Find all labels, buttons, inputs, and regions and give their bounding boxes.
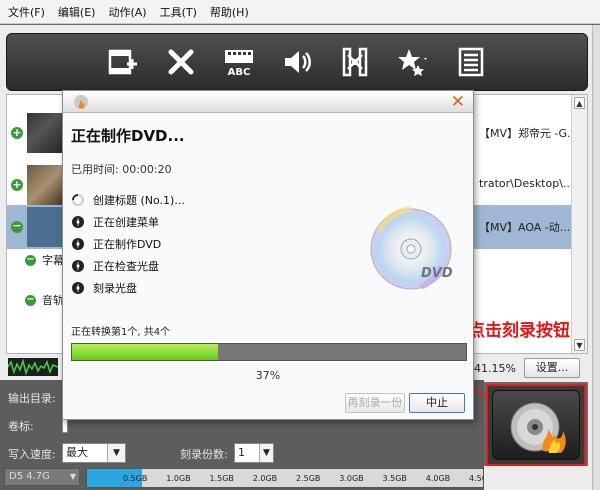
copies-value: 1	[238, 446, 245, 459]
step-label: 正在创建菜单	[93, 216, 159, 229]
capacity-percent: 41.15%	[474, 362, 516, 375]
subtitle-icon[interactable]: ABC	[220, 42, 258, 82]
capacity-tick-label: 4.5GB	[469, 474, 483, 483]
collapse-icon[interactable]: −	[25, 294, 36, 306]
capacity-ticks: 0.5GB 1.0GB 1.5GB 2.0GB 2.5GB 3.0GB 3.5GB 4.0GB…	[87, 469, 483, 487]
pending-icon	[72, 216, 84, 228]
step-label: 刻录光盘	[93, 282, 137, 295]
step-label: 创建标题 (No.1)...	[93, 194, 185, 207]
spinner-icon	[72, 194, 84, 206]
video-thumbnail	[27, 165, 65, 205]
output-dir-label: 输出目录:	[8, 392, 56, 405]
capacity-tick-label: 2.5GB	[296, 474, 321, 483]
step-item: 创建标题 (No.1)...	[71, 189, 185, 211]
capacity-tick-label: 1.5GB	[209, 474, 234, 483]
menu-file[interactable]: 文件(F)	[4, 4, 54, 20]
disc-type-value: D5 4.7G	[9, 471, 50, 482]
step-label: 正在制作DVD	[93, 238, 162, 251]
settings-button[interactable]: 设置...	[524, 358, 580, 378]
menu-bar: 文件(F) 编辑(E) 动作(A) 工具(T) 帮助(H)	[0, 0, 600, 24]
delete-icon[interactable]	[162, 42, 200, 82]
capacity-tick-label: 2.0GB	[252, 474, 278, 483]
expand-icon[interactable]: +	[11, 127, 23, 139]
main-toolbar: ABC	[6, 33, 588, 91]
copies-label: 刻录份数:	[180, 448, 228, 461]
close-icon[interactable]: ✕	[451, 92, 465, 112]
elapsed-time: 已用时间: 00:00:20	[71, 163, 172, 176]
progress-bar	[71, 343, 467, 361]
collapse-icon[interactable]: −	[11, 220, 23, 233]
capacity-bar: 0.5GB 1.0GB 1.5GB 2.0GB 2.5GB 3.0GB 3.5GB 4.0GB…	[86, 468, 484, 488]
burn-button[interactable]	[492, 390, 580, 460]
title-text: trator\Desktop\...	[479, 177, 574, 190]
expand-icon[interactable]: +	[11, 179, 23, 191]
sub-item-label: 字幕	[42, 254, 64, 267]
step-item: 刻录光盘	[71, 277, 185, 299]
right-edge	[592, 25, 600, 490]
annotation-text: 点击刻录按钮	[468, 321, 570, 341]
scroll-up-icon[interactable]: ▲	[574, 97, 585, 109]
pending-icon	[72, 238, 84, 250]
audio-icon[interactable]	[278, 42, 316, 82]
progress-fill	[72, 344, 218, 360]
burn-another-copy-button[interactable]: 再刻录一份	[345, 393, 405, 413]
title-text: 【MV】郑帝元 -G...	[479, 127, 578, 140]
menu-tools[interactable]: 工具(T)	[156, 4, 206, 20]
menu-action[interactable]: 动作(A)	[104, 4, 155, 20]
pending-icon	[72, 282, 84, 294]
capacity-tick-label: 0.5GB	[123, 474, 148, 483]
copies-select[interactable]: 1 ▼	[234, 443, 274, 463]
burning-progress-dialog: ✕ 正在制作DVD... 已用时间: 00:00:20 创建标题 (No.1).…	[62, 90, 474, 420]
capacity-tick-label: 3.5GB	[382, 474, 407, 483]
step-item: 正在制作DVD	[71, 233, 185, 255]
scroll-down-icon[interactable]: ▼	[574, 339, 585, 351]
dialog-titlebar: ✕	[63, 91, 473, 113]
capacity-tick-label: 1.0GB	[166, 474, 191, 483]
speed-value: 最大	[66, 446, 88, 459]
speed-select[interactable]: 最大 ▼	[62, 443, 126, 463]
svg-text:DVD: DVD	[421, 266, 453, 281]
title-text: 【MV】AOA -动...	[479, 221, 571, 234]
progress-percent: 37%	[255, 369, 281, 382]
audio-waveform	[7, 358, 59, 376]
svg-text:ABC: ABC	[228, 67, 251, 78]
burn-button-highlight	[486, 384, 586, 466]
dvd-disc-icon: DVD	[370, 206, 453, 290]
sub-item-label: 音轨	[42, 294, 64, 307]
volume-label: 卷标:	[8, 420, 34, 433]
sub-item-subtitle[interactable]: − 字幕	[25, 251, 64, 269]
pending-icon	[72, 260, 84, 272]
capacity-tick-label: 3.0GB	[339, 474, 364, 483]
step-label: 正在检查光盘	[93, 260, 159, 273]
abort-button[interactable]: 中止	[409, 393, 465, 413]
step-item: 正在创建菜单	[71, 211, 185, 233]
speed-label: 写入速度:	[8, 448, 56, 461]
list-scrollbar[interactable]: ▲ ▼	[571, 95, 587, 353]
app-flame-icon	[74, 95, 88, 109]
menu-help[interactable]: 帮助(H)	[206, 4, 258, 20]
capacity-tick-label: 4.0GB	[425, 474, 451, 483]
chevron-down-icon[interactable]: ▼	[259, 444, 273, 462]
disc-type-select[interactable]: D5 4.7G ▼	[4, 468, 80, 486]
sub-item-audio[interactable]: − 音轨	[25, 291, 64, 309]
video-thumbnail	[27, 113, 65, 153]
menu-edit[interactable]: 编辑(E)	[54, 4, 105, 20]
edit-icon[interactable]	[336, 42, 374, 82]
burn-disc-icon	[510, 402, 566, 453]
chevron-down-icon: ▼	[69, 472, 76, 481]
menu-list-icon[interactable]	[452, 42, 490, 82]
video-thumbnail	[27, 207, 65, 247]
dialog-heading: 正在制作DVD...	[71, 127, 185, 145]
add-file-icon[interactable]	[104, 42, 142, 82]
progress-status: 正在转换第1个, 共4个	[71, 327, 171, 338]
step-list: 创建标题 (No.1)... 正在创建菜单 正在制作DVD 正在检查光盘 刻录光…	[71, 189, 185, 299]
step-item: 正在检查光盘	[71, 255, 185, 277]
effects-icon[interactable]	[394, 42, 432, 82]
chevron-down-icon[interactable]: ▼	[107, 444, 125, 462]
collapse-icon[interactable]: −	[25, 254, 36, 266]
